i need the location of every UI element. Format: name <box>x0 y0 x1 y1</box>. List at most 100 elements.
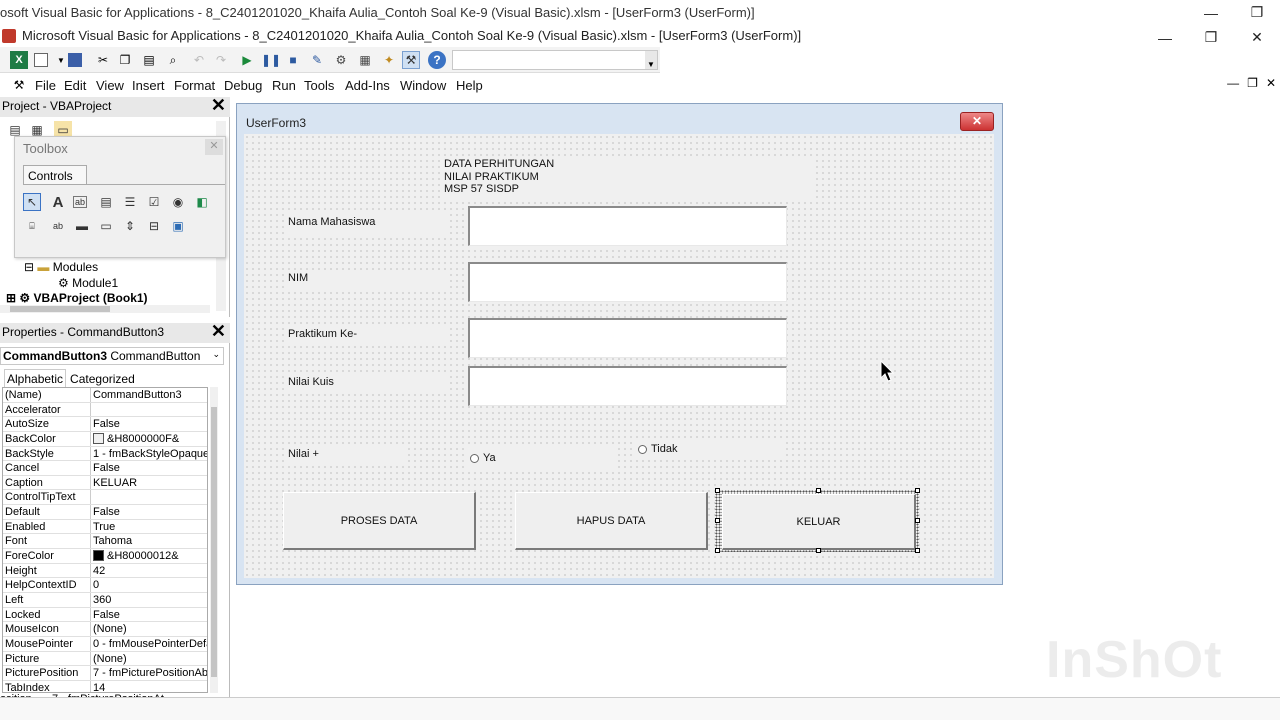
resize-handle-br[interactable] <box>915 548 920 553</box>
property-row[interactable]: PicturePosition 7 - fmPicturePositionAb <box>3 666 207 681</box>
textbox-nim[interactable] <box>468 262 787 302</box>
option-ya[interactable]: Ya <box>468 448 618 468</box>
property-row[interactable]: Caption KELUAR <box>3 475 207 491</box>
combobox-icon[interactable]: ▤ <box>97 193 115 211</box>
textbox-nilai-kuis[interactable] <box>468 366 787 406</box>
hapus-data-button[interactable]: HAPUS DATA <box>515 492 708 550</box>
tabstrip-icon[interactable]: ▬ <box>73 217 91 235</box>
textbox-praktikum-ke[interactable] <box>468 318 787 358</box>
image-icon[interactable]: ▣ <box>169 217 187 235</box>
minimize-button[interactable]: — <box>1142 25 1188 50</box>
break-icon[interactable]: ❚❚ <box>261 51 281 69</box>
textbox-icon[interactable]: ab <box>73 196 87 208</box>
menu-insert[interactable]: Insert <box>132 78 165 93</box>
menu-run[interactable]: Run <box>272 78 296 93</box>
property-row[interactable]: Enabled True <box>3 519 207 535</box>
restore-button[interactable]: ❐ <box>1188 25 1234 50</box>
label-praktikum-ke[interactable]: Praktikum Ke- <box>288 326 448 346</box>
frame-icon[interactable]: ⌸ <box>23 217 41 235</box>
property-row[interactable]: Picture (None) <box>3 651 207 667</box>
property-row[interactable]: TabIndex 14 <box>3 680 207 692</box>
property-row[interactable]: Default False <box>3 505 207 520</box>
menu-window[interactable]: Window <box>400 78 446 93</box>
property-row[interactable]: HelpContextID 0 <box>3 578 207 593</box>
textbox-nama-mahasiswa[interactable] <box>468 206 787 246</box>
tab-alphabetic[interactable]: Alphabetic <box>4 369 67 388</box>
resize-handle-b[interactable] <box>816 548 821 553</box>
menu-format[interactable]: Format <box>174 78 215 93</box>
copy-icon[interactable]: ❐ <box>116 51 134 69</box>
menu-help[interactable]: Help <box>456 78 483 93</box>
properties-pane-close-button[interactable]: ✕ <box>211 321 226 342</box>
property-row[interactable]: Accelerator <box>3 402 207 418</box>
outer-minimize-button[interactable]: — <box>1188 0 1234 25</box>
optionbutton-icon[interactable]: ◉ <box>169 193 187 211</box>
userform-body[interactable]: DATA PERHITUNGAN NILAI PRAKTIKUM MSP 57 … <box>244 134 994 578</box>
property-value[interactable] <box>91 490 207 504</box>
resize-handle-t[interactable] <box>816 488 821 493</box>
mdi-minimize-button[interactable]: — <box>1227 76 1239 90</box>
undo-icon[interactable]: ↶ <box>190 51 208 69</box>
label-nilai-plus[interactable]: Nilai + <box>288 446 408 466</box>
property-row[interactable]: Locked False <box>3 607 207 623</box>
project-hscrollbar[interactable] <box>0 305 210 313</box>
multipage-icon[interactable]: ▭ <box>97 217 115 235</box>
design-mode-icon[interactable]: ✎ <box>308 51 326 69</box>
tree-vbaproject-book1[interactable]: ⊞ ⚙ VBAProject (Book1) <box>6 291 148 305</box>
property-value[interactable]: 360 <box>91 593 207 607</box>
menu-file[interactable]: File <box>35 78 56 93</box>
heading-label[interactable]: DATA PERHITUNGAN NILAI PRAKTIKUM MSP 57 … <box>440 158 814 200</box>
resize-handle-bl[interactable] <box>715 548 720 553</box>
property-row[interactable]: Font Tahoma <box>3 534 207 550</box>
excel-view-icon[interactable]: X <box>10 51 28 69</box>
userform-window[interactable]: UserForm3 ✕ DATA PERHITUNGAN NILAI PRAKT… <box>236 103 1003 585</box>
userform-close-button[interactable]: ✕ <box>960 112 994 131</box>
spinbutton-icon[interactable]: ⊟ <box>145 217 163 235</box>
menu-debug[interactable]: Debug <box>224 78 262 93</box>
property-value[interactable]: False <box>91 608 207 622</box>
property-value[interactable]: 0 - fmMousePointerDefa <box>91 637 207 651</box>
toolbox-close-button[interactable]: ✕ <box>205 139 223 155</box>
radio-circle-icon[interactable] <box>470 453 479 463</box>
mdi-restore-button[interactable]: ❐ <box>1247 76 1258 90</box>
resize-handle-l[interactable] <box>715 518 720 523</box>
resize-handle-r[interactable] <box>915 518 920 523</box>
collapse-icon[interactable]: ⊟ <box>24 260 34 274</box>
position-combo[interactable]: ▼ <box>452 50 658 70</box>
property-value[interactable]: (None) <box>91 622 207 636</box>
property-row[interactable]: BackColor &H8000000F& <box>3 431 207 447</box>
vbe-menu-icon[interactable]: ⚒ <box>10 76 28 94</box>
property-value[interactable]: False <box>91 417 207 431</box>
toolbox-icon[interactable]: ⚒ <box>402 51 420 69</box>
object-selector-combo[interactable]: CommandButton3 CommandButton ⌄ <box>0 347 224 365</box>
object-browser-icon[interactable]: ✦ <box>380 51 398 69</box>
mdi-close-button[interactable]: ✕ <box>1266 76 1276 90</box>
outer-restore-button[interactable]: ❐ <box>1234 0 1280 25</box>
property-value[interactable]: CommandButton3 <box>91 388 207 402</box>
paste-icon[interactable]: ▤ <box>140 51 158 69</box>
property-row[interactable]: AutoSize False <box>3 417 207 432</box>
property-value[interactable]: &H80000012& <box>91 549 207 563</box>
tab-categorized[interactable]: Categorized <box>66 370 139 388</box>
chevron-down-icon[interactable]: ⌄ <box>212 349 220 360</box>
togglebutton-icon[interactable]: ◧ <box>193 193 211 211</box>
properties-scroll-thumb[interactable] <box>211 407 217 677</box>
property-row[interactable]: BackStyle 1 - fmBackStyleOpaque <box>3 446 207 462</box>
reset-icon[interactable]: ■ <box>284 51 302 69</box>
property-value[interactable]: (None) <box>91 652 207 666</box>
property-value[interactable]: 7 - fmPicturePositionAb <box>91 666 207 680</box>
find-icon[interactable]: ⌕ <box>164 51 182 69</box>
property-row[interactable]: ControlTipText <box>3 490 207 506</box>
cut-icon[interactable]: ✂ <box>94 51 112 69</box>
toolbox-tab-controls[interactable]: Controls <box>23 165 87 185</box>
select-objects-icon[interactable]: ↖ <box>23 193 41 211</box>
property-value[interactable]: 0 <box>91 578 207 592</box>
label-nilai-kuis[interactable]: Nilai Kuis <box>288 374 448 394</box>
property-row[interactable]: Height 42 <box>3 563 207 579</box>
scrollbar-icon[interactable]: ⇕ <box>121 217 139 235</box>
property-row[interactable]: Left 360 <box>3 592 207 608</box>
property-value[interactable]: False <box>91 505 207 519</box>
property-value[interactable]: True <box>91 520 207 534</box>
property-row[interactable]: MousePointer 0 - fmMousePointerDefa <box>3 636 207 652</box>
project-pane-close-button[interactable]: ✕ <box>211 95 226 116</box>
